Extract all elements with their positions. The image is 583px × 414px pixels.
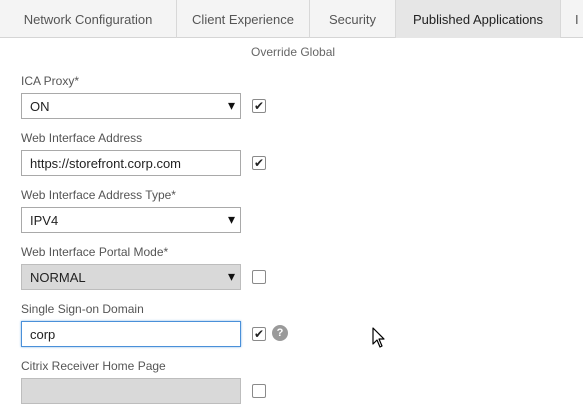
web-interface-address-type-label: Web Interface Address Type* <box>21 188 176 202</box>
tab-security[interactable]: Security <box>310 0 396 38</box>
single-sign-on-domain-override-checkbox[interactable]: ✔ <box>252 327 266 341</box>
ica-proxy-label: ICA Proxy* <box>21 74 80 88</box>
web-interface-address-value: https://storefront.corp.com <box>30 155 182 171</box>
ica-proxy-value: ON <box>30 98 50 114</box>
tab-next-partial[interactable]: I <box>561 0 583 38</box>
override-global-header: Override Global <box>251 45 336 59</box>
web-interface-address-label: Web Interface Address <box>21 131 143 145</box>
mouse-cursor-icon <box>372 327 385 348</box>
ica-proxy-override-checkbox[interactable]: ✔ <box>252 99 266 113</box>
checkmark-icon: ✔ <box>253 99 265 113</box>
web-interface-portal-mode-select[interactable]: NORMAL <box>21 264 241 290</box>
help-icon[interactable]: ? <box>272 325 288 341</box>
single-sign-on-domain-input[interactable]: corp <box>21 321 241 347</box>
citrix-receiver-home-page-label: Citrix Receiver Home Page <box>21 359 166 373</box>
checkmark-icon: ✔ <box>253 156 265 170</box>
web-interface-address-type-select[interactable]: IPV4 <box>21 207 241 233</box>
web-interface-address-type-value: IPV4 <box>30 212 59 228</box>
single-sign-on-domain-value: corp <box>30 326 56 342</box>
citrix-receiver-home-page-override-checkbox[interactable] <box>252 384 266 398</box>
single-sign-on-domain-label: Single Sign-on Domain <box>21 302 144 316</box>
tab-network-configuration[interactable]: Network Configuration <box>0 0 177 38</box>
ica-proxy-select[interactable]: ON <box>21 93 241 119</box>
tab-published-applications[interactable]: Published Applications <box>396 0 561 38</box>
web-interface-portal-mode-override-checkbox[interactable] <box>252 270 266 284</box>
web-interface-address-override-checkbox[interactable]: ✔ <box>252 156 266 170</box>
web-interface-portal-mode-value: NORMAL <box>30 269 86 285</box>
citrix-receiver-home-page-input[interactable] <box>21 378 241 404</box>
tab-client-experience[interactable]: Client Experience <box>177 0 310 38</box>
checkmark-icon: ✔ <box>253 327 265 341</box>
tab-bar: Network Configuration Client Experience … <box>0 0 583 38</box>
web-interface-address-input[interactable]: https://storefront.corp.com <box>21 150 241 176</box>
web-interface-portal-mode-label: Web Interface Portal Mode* <box>21 245 169 259</box>
